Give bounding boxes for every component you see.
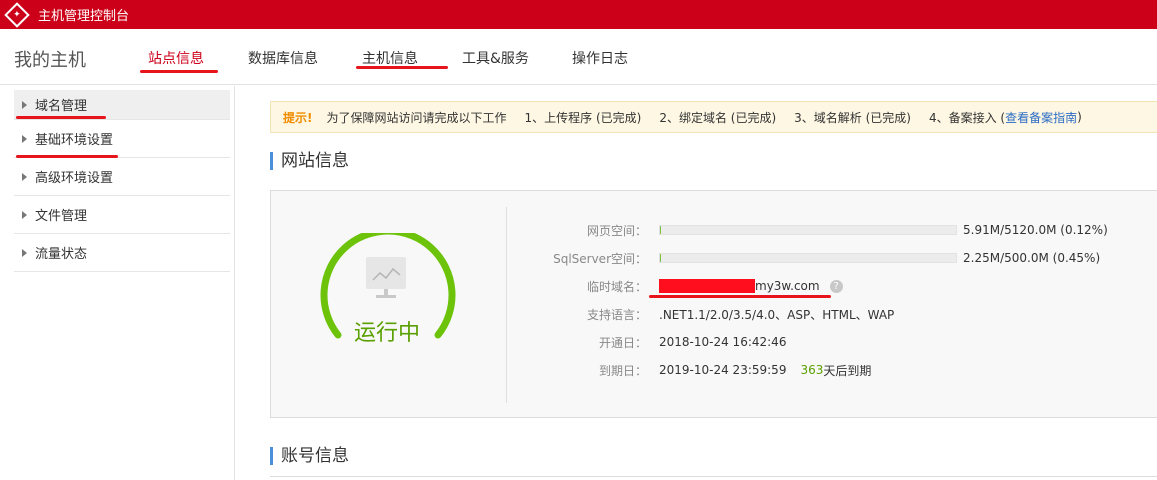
notice-step: 3、域名解析 (已完成) [794,110,911,125]
highlight-mark [649,295,831,298]
status-text: 运行中 [354,321,421,346]
question-icon[interactable]: ? [829,279,843,293]
sidebar-item-basic-env[interactable]: 基础环境设置 [14,120,230,158]
notice-step: 2、绑定域名 (已完成) [659,110,777,125]
sidebar-item-label: 域名管理 [35,99,88,114]
days-remaining-suffix: 天后到期 [823,363,872,378]
temp-domain-value[interactable]: my3w.com [755,279,820,293]
sidebar-item-advanced-env[interactable]: 高级环境设置 [14,158,230,196]
languages-row: 支持语言： .NET1.1/2.0/3.5/4.0、ASP、HTML、WAP [551,306,894,322]
caret-right-icon [22,100,27,109]
highlight-mark [16,116,106,119]
sql-space-bar [659,253,957,263]
notice-step: 4、备案接入 ( [928,110,1006,125]
tab-host-info[interactable]: 主机信息 [362,48,418,68]
sidebar-item-traffic[interactable]: 流量状态 [14,234,230,272]
section-title-site-info: 网站信息 [270,152,349,170]
caret-right-icon [22,134,27,143]
sidebar-item-label: 基础环境设置 [35,133,114,148]
tab-database-info[interactable]: 数据库信息 [248,48,318,68]
notice-label: 提示! [283,110,313,125]
tab-operation-log[interactable]: 操作日志 [572,48,628,68]
expire-date-label: 到期日： [598,363,647,378]
sql-space-row: SqlServer空间： 2.25M/500.0M (0.45%) [551,250,1100,266]
top-bar: ✦ 主机管理控制台 [0,0,1157,29]
host-logo-icon: ✦ [4,1,30,28]
record-guide-link[interactable]: 查看备案指南 [1005,109,1077,126]
languages-value: .NET1.1/2.0/3.5/4.0、ASP、HTML、WAP [659,307,895,322]
caret-right-icon [22,172,27,181]
sidebar-item-files[interactable]: 文件管理 [14,196,230,234]
temp-domain-label: 临时域名： [586,279,647,294]
caret-right-icon [22,210,27,219]
host-title: 我的主机 [14,50,86,71]
panel-divider [506,207,507,403]
languages-label: 支持语言： [586,307,647,322]
notice-step: 1、上传程序 (已完成) [524,110,642,125]
app-title: 主机管理控制台 [38,9,130,24]
expire-date-value: 2019-10-24 23:59:59 [659,363,787,377]
web-space-row: 网页空间： 5.91M/5120.0M (0.12%) [551,222,1108,238]
sql-space-label: SqlServer空间： [553,251,647,266]
tab-tools-services[interactable]: 工具&服务 [462,48,529,68]
open-date-label: 开通日： [598,335,647,350]
highlight-mark [356,66,448,69]
redacted-block [659,279,755,293]
open-date-row: 开通日： 2018-10-24 16:42:46 [551,334,786,350]
nav-row: 我的主机 站点信息 数据库信息 主机信息 工具&服务 操作日志 [0,29,1157,85]
days-remaining: 363 [800,363,824,377]
sql-space-bar-fill [660,254,662,262]
web-space-value: 5.91M/5120.0M (0.12%) [963,223,1108,237]
caret-right-icon [22,248,27,257]
notice-bar: 提示! 为了保障网站访问请完成以下工作 1、上传程序 (已完成) 2、绑定域名 … [270,101,1157,133]
account-panel-edge [270,476,1157,477]
notice-link-suffix: ) [1077,110,1082,124]
sidebar-item-label: 文件管理 [35,209,88,224]
temp-domain-row: 临时域名： my3w.com ? [551,278,843,294]
sidebar-item-label: 流量状态 [35,247,88,262]
expire-date-row: 到期日： 2019-10-24 23:59:59 363 天后到期 [551,362,871,378]
highlight-mark [16,155,118,158]
sidebar-item-label: 高级环境设置 [35,171,114,186]
tab-site-info[interactable]: 站点信息 [148,48,204,68]
sql-space-value: 2.25M/500.0M (0.45%) [963,251,1101,265]
notice-text: 为了保障网站访问请完成以下工作 [326,110,507,125]
web-space-label: 网页空间： [586,223,647,238]
highlight-mark [140,70,218,73]
site-info-panel: 运行中 网页空间： 5.91M/5120.0M (0.12%) SqlServe… [270,190,1157,418]
monitor-chart-icon [366,257,406,298]
open-date-value: 2018-10-24 16:42:46 [659,335,787,349]
web-space-bar [659,225,957,235]
sidebar: 域名管理 基础环境设置 高级环境设置 文件管理 流量状态 [0,86,235,480]
section-title-account-info: 账号信息 [270,447,349,465]
